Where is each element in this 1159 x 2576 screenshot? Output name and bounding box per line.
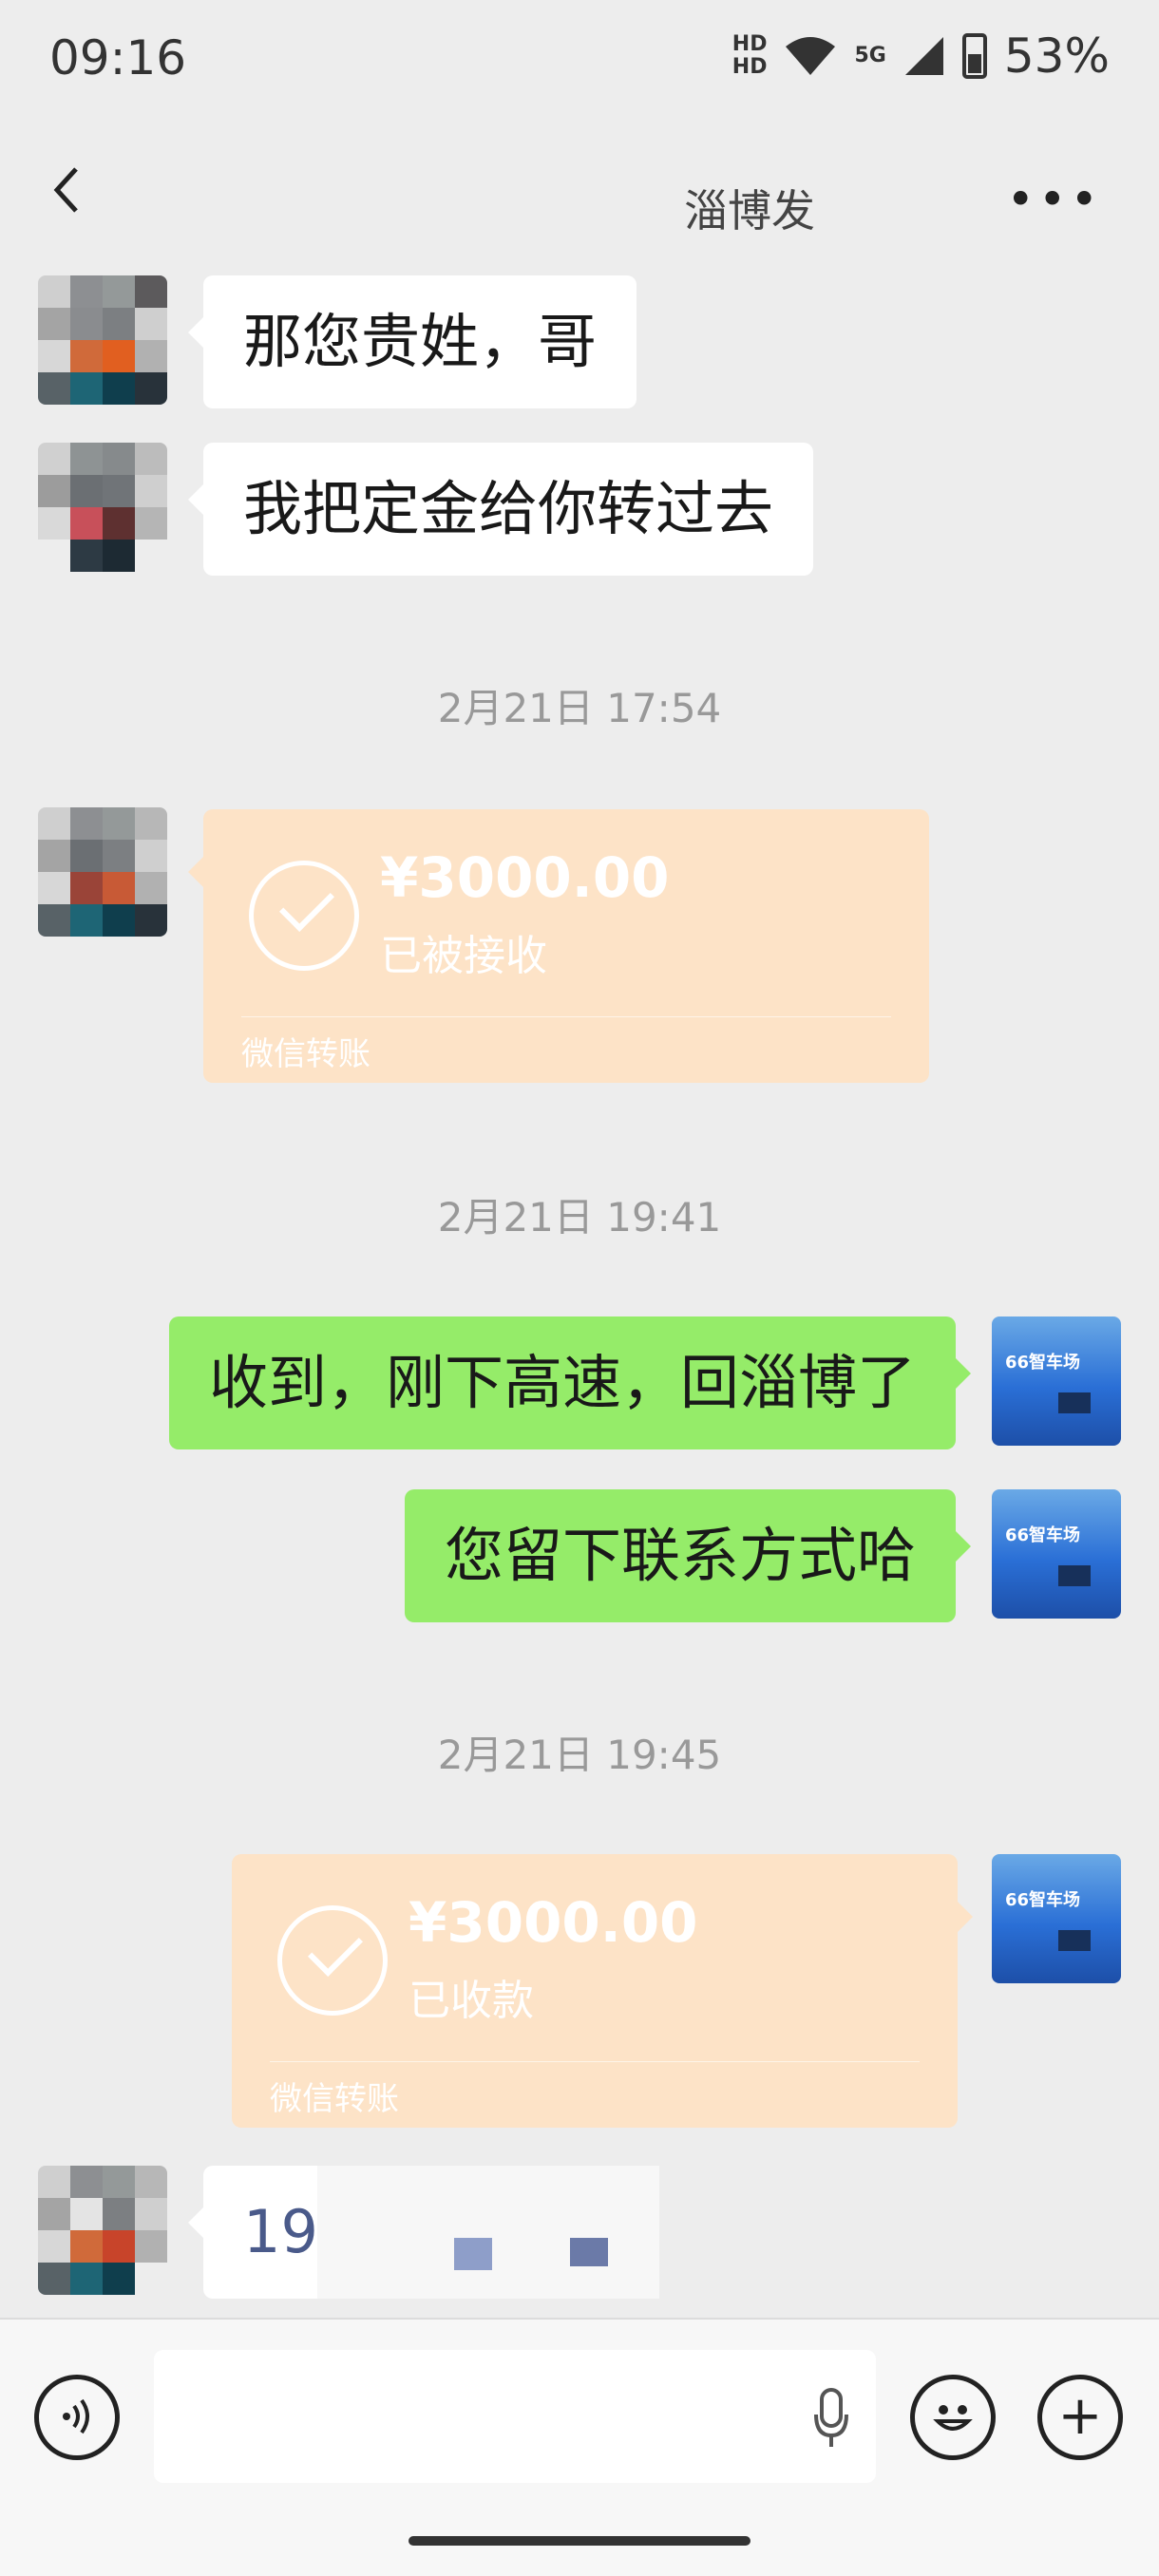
chat-title: 淄博发 xyxy=(266,171,969,237)
status-icons: HD HD 5G 53% xyxy=(732,28,1110,84)
emoji-icon xyxy=(933,2405,973,2431)
message-bubble-self[interactable]: 您留下联系方式哈 xyxy=(404,1489,972,1622)
message-bubble[interactable]: 19 xyxy=(188,2166,659,2299)
voice-icon xyxy=(63,2398,89,2434)
redaction-mask xyxy=(454,2238,492,2270)
transfer-status: 已收款 xyxy=(408,1977,534,2025)
chevron-left-icon xyxy=(53,167,78,213)
avatar-logo-text: 66智车场 xyxy=(1005,1353,1081,1373)
message-bubble[interactable]: 我把定金给你转过去 xyxy=(187,443,814,576)
avatar[interactable] xyxy=(38,807,167,937)
check-circle-icon xyxy=(277,1905,388,2016)
mic-icon[interactable] xyxy=(813,2388,849,2449)
plus-button[interactable]: + xyxy=(1037,2375,1123,2460)
avatar[interactable] xyxy=(38,2166,167,2295)
message-text: 收到，刚下高速，回淄博了 xyxy=(208,1348,916,1417)
transfer-label: 微信转账 xyxy=(270,2080,399,2118)
transfer-amount: ¥3000.00 xyxy=(380,845,670,910)
voice-button[interactable] xyxy=(34,2375,120,2460)
avatar-window xyxy=(1058,1392,1091,1413)
divider xyxy=(241,1016,891,1017)
self-avatar[interactable]: 66智车场 xyxy=(992,1854,1121,1983)
home-indicator[interactable] xyxy=(408,2536,750,2546)
avatar[interactable] xyxy=(38,443,167,572)
avatar-window xyxy=(1058,1930,1091,1951)
battery-percent: 53% xyxy=(1003,28,1110,84)
chat-title-text: 淄博发 xyxy=(684,185,815,237)
avatar-logo-text: 66智车场 xyxy=(1005,1525,1081,1545)
message-input[interactable] xyxy=(154,2350,876,2483)
transfer-label: 微信转账 xyxy=(241,1035,370,1073)
check-circle-icon xyxy=(249,861,359,971)
transfer-amount: ¥3000.00 xyxy=(408,1890,698,1955)
emoji-button[interactable] xyxy=(910,2375,996,2460)
avatar-logo-text: 66智车场 xyxy=(1005,1890,1081,1910)
message-bubble-self[interactable]: 收到，刚下高速，回淄博了 xyxy=(168,1316,972,1449)
hd-icon: HD HD xyxy=(732,32,768,79)
message-bubble[interactable]: 那您贵姓，哥 xyxy=(187,275,637,408)
avatar-window xyxy=(1058,1565,1091,1586)
chat-header: 淄博发 ••• xyxy=(0,123,1159,275)
message-text: 那您贵姓，哥 xyxy=(243,307,598,376)
divider xyxy=(270,2061,920,2062)
redaction-mask xyxy=(570,2238,608,2266)
redaction-mask xyxy=(317,2166,659,2299)
input-bar: + xyxy=(0,2318,1159,2576)
timestamp: 2月21日 17:54 xyxy=(437,685,722,731)
wifi-icon xyxy=(786,37,836,75)
avatar[interactable] xyxy=(38,275,167,405)
self-avatar[interactable]: 66智车场 xyxy=(992,1489,1121,1619)
transfer-status: 已被接收 xyxy=(380,932,547,980)
signal-icon xyxy=(904,37,943,75)
transfer-card[interactable]: ¥3000.00 已被接收 微信转账 xyxy=(188,809,929,1083)
back-button[interactable] xyxy=(48,161,95,237)
more-dots-icon: ••• xyxy=(1006,172,1102,227)
message-text: 您留下联系方式哈 xyxy=(444,1521,916,1590)
battery-icon xyxy=(961,33,987,79)
plus-icon: + xyxy=(1057,2385,1103,2447)
more-button[interactable]: ••• xyxy=(1007,161,1102,237)
status-time: 09:16 xyxy=(49,30,187,85)
timestamp: 2月21日 19:41 xyxy=(437,1194,722,1241)
status-bar: 09:16 HD HD 5G 53% xyxy=(0,0,1159,123)
message-text: 我把定金给你转过去 xyxy=(243,474,774,543)
message-text: 19 xyxy=(243,2197,318,2266)
self-avatar[interactable]: 66智车场 xyxy=(992,1316,1121,1446)
timestamp: 2月21日 19:45 xyxy=(437,1732,722,1778)
network-label: 5G xyxy=(854,44,886,67)
transfer-card-self[interactable]: ¥3000.00 已收款 微信转账 xyxy=(232,1854,973,2128)
